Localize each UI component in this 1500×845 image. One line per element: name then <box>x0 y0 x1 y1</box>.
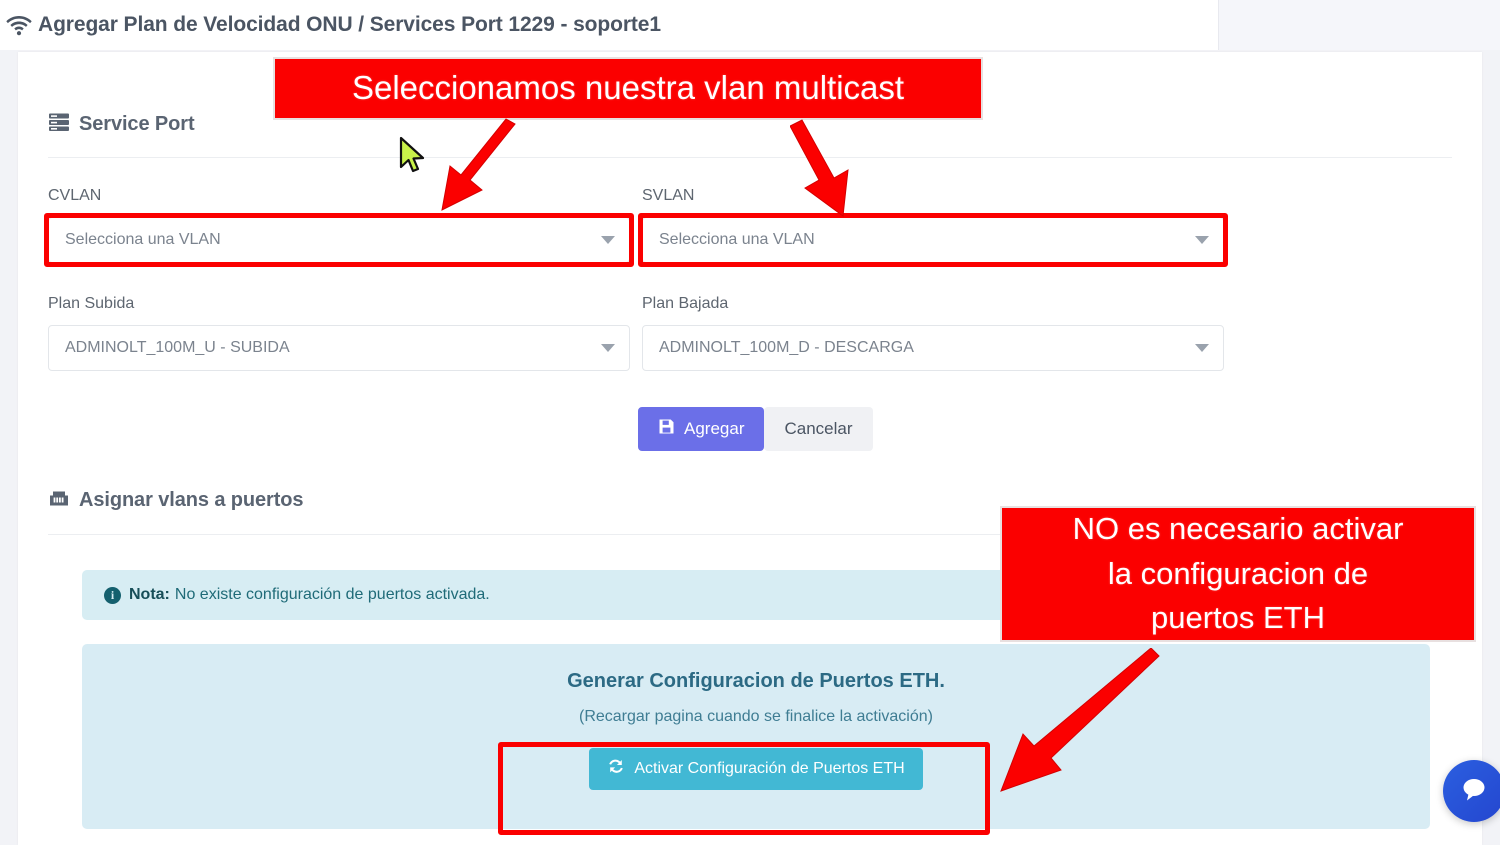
service-port-title: Service Port <box>79 113 195 135</box>
annotation-right-line-1: NO es necesario activar <box>1072 510 1404 546</box>
svlan-label: SVLAN <box>642 187 695 204</box>
app-root: Agregar Plan de Velocidad ONU / Services… <box>0 0 1500 845</box>
assign-vlans-title: Asignar vlans a puertos <box>79 489 304 511</box>
annotation-right: NO es necesario activar la configuracion… <box>1000 506 1476 642</box>
service-port-divider <box>48 157 1452 158</box>
main-content-card: Service Port CVLAN Selecciona una VLAN S… <box>18 52 1482 845</box>
chevron-down-icon <box>601 344 615 352</box>
svlan-select-value: Selecciona una VLAN <box>659 231 815 248</box>
cvlan-select-value: Selecciona una VLAN <box>65 231 221 248</box>
annotation-right-line-3: puertos ETH <box>1150 600 1325 636</box>
activation-panel: Generar Configuracion de Puertos ETH. (R… <box>82 644 1430 829</box>
plan-bajada-select[interactable]: ADMINOLT_100M_D - DESCARGA <box>642 325 1224 371</box>
service-port-heading: Service Port <box>48 112 195 137</box>
cancelar-button-label: Cancelar <box>784 419 853 438</box>
activar-button-label: Activar Configuración de Puertos ETH <box>634 760 905 777</box>
nota-text: No existe configuración de puertos activ… <box>174 586 490 603</box>
cvlan-select[interactable]: Selecciona una VLAN <box>48 217 630 263</box>
activation-panel-subtitle: (Recargar pagina cuando se finalice la a… <box>579 708 933 725</box>
assign-vlans-heading: Asignar vlans a puertos <box>48 489 304 512</box>
chevron-down-icon <box>1195 344 1209 352</box>
chevron-down-icon <box>1195 236 1209 244</box>
plan-bajada-value: ADMINOLT_100M_D - DESCARGA <box>659 339 914 356</box>
plan-bajada-label: Plan Bajada <box>642 295 729 312</box>
plan-subida-value: ADMINOLT_100M_U - SUBIDA <box>65 339 290 356</box>
chat-widget-button[interactable] <box>1443 760 1500 822</box>
agregar-button[interactable]: Agregar <box>638 407 765 451</box>
annotation-top-text: Seleccionamos nuestra vlan multicast <box>351 69 905 107</box>
svlan-select[interactable]: Selecciona una VLAN <box>642 217 1224 263</box>
server-rack-icon <box>48 112 70 137</box>
plan-subida-select[interactable]: ADMINOLT_100M_U - SUBIDA <box>48 325 630 371</box>
agregar-button-label: Agregar <box>684 419 745 438</box>
wifi-icon <box>6 14 32 36</box>
nota-label: Nota: <box>129 586 170 603</box>
activar-configuracion-button[interactable]: Activar Configuración de Puertos ETH <box>589 748 923 790</box>
activation-panel-title: Generar Configuracion de Puertos ETH. <box>567 670 945 692</box>
page-title: Agregar Plan de Velocidad ONU / Services… <box>38 13 661 36</box>
annotation-right-line-2: la configuracion de <box>1107 555 1369 591</box>
plan-subida-label: Plan Subida <box>48 295 135 312</box>
header-right-strip <box>1218 0 1500 50</box>
info-icon: i <box>104 586 121 604</box>
refresh-icon <box>607 758 625 780</box>
chat-bubble-icon <box>1459 775 1489 808</box>
save-icon <box>658 418 675 440</box>
cvlan-label: CVLAN <box>48 187 102 204</box>
ethernet-port-icon <box>48 489 70 512</box>
page-header: Agregar Plan de Velocidad ONU / Services… <box>0 0 1218 50</box>
form-action-buttons: Agregar Cancelar <box>638 407 873 451</box>
cancelar-button[interactable]: Cancelar <box>764 407 873 451</box>
chevron-down-icon <box>601 236 615 244</box>
annotation-top: Seleccionamos nuestra vlan multicast <box>273 57 983 120</box>
